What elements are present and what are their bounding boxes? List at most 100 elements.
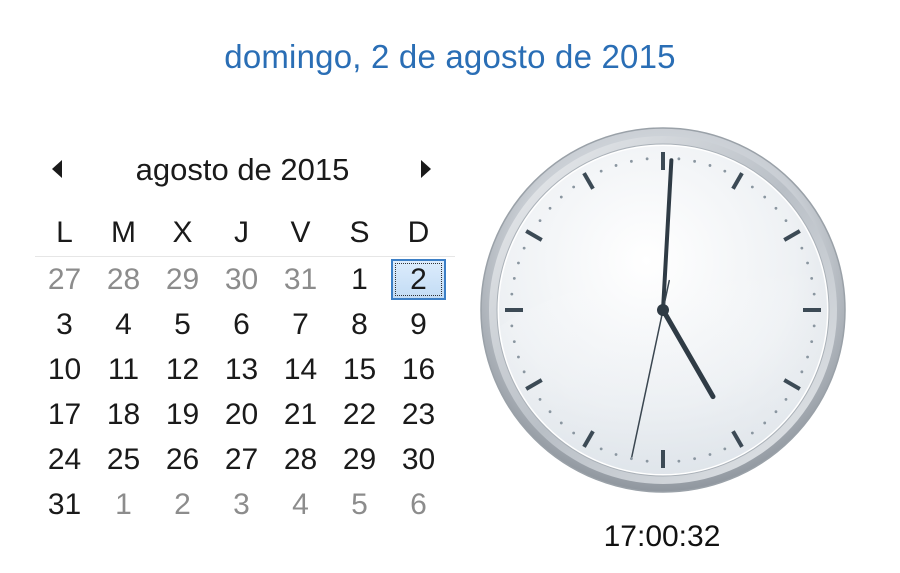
minute-dot bbox=[774, 410, 778, 414]
minute-dot bbox=[774, 206, 778, 210]
calendar-day[interactable]: 23 bbox=[389, 392, 448, 437]
weekday-label: M bbox=[111, 216, 136, 249]
calendar-day[interactable]: 30 bbox=[389, 437, 448, 482]
calendar-week-row: 17 18 19 20 21 22 23 bbox=[35, 392, 455, 437]
calendar-week-row: 27 28 29 30 31 1 2 bbox=[35, 257, 455, 302]
minute-dot bbox=[750, 185, 754, 189]
minute-dot bbox=[763, 195, 767, 199]
calendar-day[interactable]: 19 bbox=[153, 392, 212, 437]
minute-dot bbox=[512, 340, 516, 344]
calendar-day[interactable]: 6 bbox=[389, 482, 448, 527]
minute-dot bbox=[677, 459, 681, 463]
weekday-label: L bbox=[56, 216, 73, 249]
month-title[interactable]: agosto de 2015 bbox=[40, 152, 445, 188]
minute-dot bbox=[693, 457, 697, 461]
weekday-label: S bbox=[349, 216, 370, 249]
calendar-week-row: 31 1 2 3 4 5 6 bbox=[35, 482, 455, 527]
calendar-day[interactable]: 16 bbox=[389, 347, 448, 392]
calendar-day[interactable]: 12 bbox=[153, 347, 212, 392]
calendar-day[interactable]: 2 bbox=[153, 482, 212, 527]
minute-dot bbox=[614, 453, 618, 456]
calendar-day[interactable]: 28 bbox=[94, 257, 153, 302]
calendar-day[interactable]: 6 bbox=[212, 302, 271, 347]
calendar-week-row: 3456789 bbox=[35, 302, 455, 347]
minute-dot bbox=[559, 195, 563, 199]
calendar-day[interactable]: 29 bbox=[153, 257, 212, 302]
minute-dot bbox=[708, 453, 712, 456]
minute-dot bbox=[548, 410, 552, 414]
calendar-day[interactable]: 27 bbox=[35, 257, 94, 302]
weekday-label: J bbox=[234, 216, 249, 249]
minute-dot bbox=[784, 219, 788, 223]
calendar-day[interactable]: 1 bbox=[94, 482, 153, 527]
long-date-link[interactable]: domingo, 2 de agosto de 2015 bbox=[0, 38, 900, 76]
minute-dot bbox=[806, 355, 809, 359]
minute-dot bbox=[599, 447, 603, 451]
digital-time: 17:00:32 bbox=[603, 520, 721, 553]
calendar-day[interactable]: 4 bbox=[94, 302, 153, 347]
calendar-day[interactable]: 24 bbox=[35, 437, 94, 482]
calendar-day-today[interactable]: 2 bbox=[391, 259, 446, 300]
minute-dot bbox=[812, 324, 816, 328]
weekday-label: X bbox=[172, 216, 193, 249]
date-time-flyout: domingo, 2 de agosto de 2015 agosto de 2… bbox=[0, 0, 900, 573]
minute-dot bbox=[522, 246, 526, 250]
minute-dot bbox=[548, 206, 552, 210]
calendar-day[interactable]: 18 bbox=[94, 392, 153, 437]
calendar-day[interactable]: 29 bbox=[330, 437, 389, 482]
minute-dot bbox=[800, 370, 804, 374]
minute-dot bbox=[614, 164, 618, 167]
minute-dot bbox=[645, 459, 649, 463]
calendar-day[interactable]: 21 bbox=[271, 392, 330, 437]
minute-dot bbox=[572, 431, 576, 435]
calendar-day[interactable]: 31 bbox=[35, 482, 94, 527]
calendar-day[interactable]: 28 bbox=[271, 437, 330, 482]
calendar-day[interactable]: 27 bbox=[212, 437, 271, 482]
clock-hub bbox=[657, 304, 669, 316]
calendar-day[interactable]: 20 bbox=[212, 392, 271, 437]
calendar-day[interactable]: 31 bbox=[271, 257, 330, 302]
calendar-day[interactable]: 15 bbox=[330, 347, 389, 392]
minute-dot bbox=[812, 292, 816, 296]
minute-dot bbox=[800, 246, 804, 250]
weekday-label: D bbox=[407, 216, 430, 249]
calendar-day[interactable]: 10 bbox=[35, 347, 94, 392]
calendar-day[interactable]: 1 bbox=[330, 257, 389, 302]
minute-dot bbox=[723, 169, 727, 173]
calendar-day[interactable]: 3 bbox=[212, 482, 271, 527]
minute-dot bbox=[723, 447, 727, 451]
calendar-day[interactable]: 13 bbox=[212, 347, 271, 392]
minute-dot bbox=[599, 169, 603, 173]
calendar-day[interactable]: 5 bbox=[330, 482, 389, 527]
calendar-day[interactable]: 4 bbox=[271, 482, 330, 527]
minute-dot bbox=[517, 261, 520, 265]
calendar-day[interactable]: 7 bbox=[271, 302, 330, 347]
minute-dot bbox=[645, 157, 649, 161]
calendar-day[interactable]: 22 bbox=[330, 392, 389, 437]
calendar-day[interactable]: 8 bbox=[330, 302, 389, 347]
calendar-day[interactable]: 9 bbox=[389, 302, 448, 347]
minute-dot bbox=[693, 159, 697, 163]
calendar-day[interactable]: 25 bbox=[94, 437, 153, 482]
calendar-day[interactable]: 11 bbox=[94, 347, 153, 392]
minute-dot bbox=[810, 340, 814, 344]
minute-dot bbox=[708, 164, 712, 167]
minute-dot bbox=[677, 157, 681, 161]
minute-dot bbox=[510, 324, 514, 328]
calendar-day[interactable]: 17 bbox=[35, 392, 94, 437]
calendar-day[interactable]: 3 bbox=[35, 302, 94, 347]
minute-dot bbox=[750, 431, 754, 435]
weekday-header-row: LMXJVSD bbox=[35, 210, 455, 257]
minute-dot bbox=[510, 292, 514, 296]
calendar-day[interactable]: 14 bbox=[271, 347, 330, 392]
minute-dot bbox=[517, 355, 520, 359]
minute-dot bbox=[629, 457, 633, 461]
weekday-label: V bbox=[290, 216, 311, 249]
calendar-day[interactable]: 26 bbox=[153, 437, 212, 482]
calendar-navigation: agosto de 2015 bbox=[40, 148, 445, 190]
calendar-day[interactable]: 5 bbox=[153, 302, 212, 347]
minute-dot bbox=[522, 370, 526, 374]
analog-clock bbox=[480, 127, 850, 497]
calendar-day[interactable]: 30 bbox=[212, 257, 271, 302]
triangle-right-icon[interactable] bbox=[411, 154, 441, 184]
